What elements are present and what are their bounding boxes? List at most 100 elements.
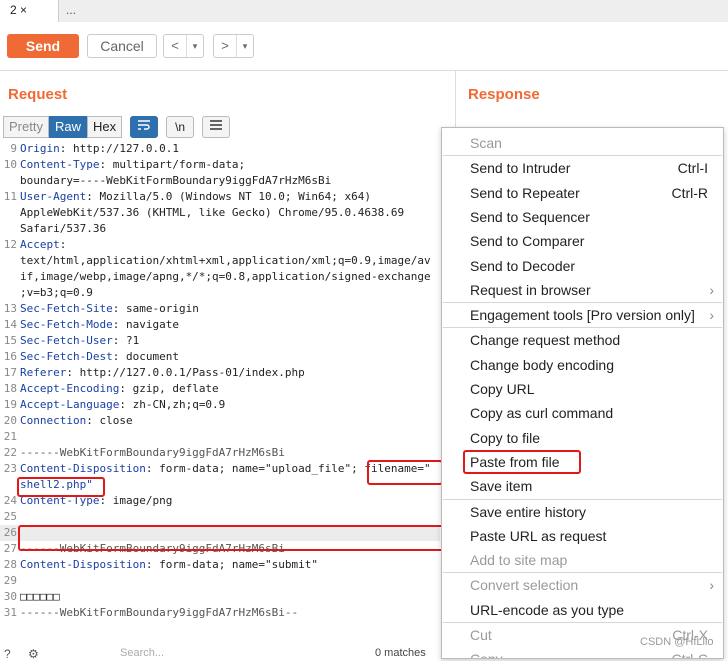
line-number: 15 [3, 334, 17, 347]
code-line: 30 □□□□□□ [0, 589, 440, 605]
line-number: 16 [3, 350, 17, 363]
back-dropdown-icon[interactable]: ▾ [187, 35, 203, 57]
header-value: : document [112, 350, 179, 363]
line-content: Connection: close [20, 413, 133, 429]
line-number: 28 [3, 558, 17, 571]
line-number: 20 [3, 414, 17, 427]
menu-item-change-request-method[interactable]: Change request method [470, 328, 720, 352]
line-content: □□□□□□ [20, 589, 60, 605]
menu-icon[interactable] [202, 116, 231, 138]
menu-item-label: Send to Intruder [470, 160, 571, 177]
cancel-button[interactable]: Cancel [87, 34, 157, 58]
menu-item-add-to-site-map: Add to site map [470, 548, 720, 572]
line-content: Content-Type: multipart/form-data; [20, 157, 245, 173]
help-icon[interactable]: ? [4, 647, 11, 661]
code-line: ;v=b3;q=0.9 [0, 285, 440, 301]
settings-icon[interactable]: ⚙ [28, 647, 39, 661]
header-value: : gzip, deflate [119, 382, 219, 395]
menu-item-label: Change request method [470, 332, 621, 349]
forward-dropdown-icon[interactable]: ▾ [237, 35, 253, 57]
back-group: < ▾ [163, 34, 204, 58]
forward-arrow-icon[interactable]: > [214, 35, 237, 57]
line-content: Safari/537.36 [20, 221, 106, 237]
menu-item-save-item[interactable]: Save item [470, 474, 720, 498]
newline-icon[interactable]: \n [166, 116, 195, 138]
header-name: Referer [20, 366, 67, 379]
line-content: AppleWebKit/537.36 (KHTML, like Gecko) C… [20, 205, 404, 221]
request-editor[interactable]: 9 Origin: http://127.0.0.1 10 Content-Type:… [0, 141, 440, 647]
line-content: Accept-Language: zh-CN,zh;q=0.9 [20, 397, 225, 413]
header-name: User-Agent [20, 190, 87, 203]
header-name: Sec-Fetch-User [20, 334, 113, 347]
paste-from-file-highlight [463, 449, 581, 474]
menu-item-label: Scan [470, 135, 502, 151]
header-name: Content-Type [20, 158, 100, 171]
line-number: 27 [3, 542, 17, 555]
header-value: : Mozilla/5.0 (Windows NT 10.0; Win64; x… [86, 190, 372, 203]
header-name: Accept-Encoding [20, 382, 120, 395]
menu-item-change-body-encoding[interactable]: Change body encoding [470, 353, 720, 377]
header-name: Content-Disposition [20, 462, 146, 475]
menu-item-send-to-sequencer[interactable]: Send to Sequencer [470, 205, 720, 229]
code-line: 14 Sec-Fetch-Mode: navigate [0, 317, 440, 333]
search-input[interactable]: Search... [120, 647, 164, 659]
code-line: 31 ------WebKitFormBoundary9iggFdA7rHzM6s… [0, 605, 440, 621]
header-value: : [59, 238, 67, 251]
menu-shortcut: Ctrl-I [677, 160, 708, 177]
menu-item-label: Save item [470, 478, 533, 495]
code-line: 21 [0, 429, 440, 445]
tab-raw[interactable]: Raw [48, 116, 87, 138]
body-text: □□□□□□ [20, 590, 60, 603]
menu-item-send-to-intruder[interactable]: Send to Intruder Ctrl-I [470, 156, 720, 180]
tab-pretty[interactable]: Pretty [3, 116, 49, 138]
menu-item-copy-to-file[interactable]: Copy to file [470, 426, 720, 450]
header-name: Sec-Fetch-Site [20, 302, 113, 315]
menu-item-paste-url-as-request[interactable]: Paste URL as request [470, 524, 720, 548]
line-content: Sec-Fetch-Site: same-origin [20, 301, 199, 317]
menu-item-engagement-tools-pro-version-only[interactable]: Engagement tools [Pro version only] › [470, 303, 720, 327]
body-text: AppleWebKit/537.36 (KHTML, like Gecko) C… [20, 206, 405, 219]
line-number: 14 [3, 318, 17, 331]
tab-hex[interactable]: Hex [86, 116, 123, 138]
menu-item-label: Copy to file [470, 429, 541, 446]
context-menu: Scan Send to Intruder Ctrl-I Send to Repeat… [441, 127, 724, 659]
menu-shortcut: Ctrl-C [671, 647, 708, 658]
code-line: 29 [0, 573, 440, 589]
line-number: 22 [3, 446, 17, 459]
menu-item-send-to-decoder[interactable]: Send to Decoder [470, 254, 720, 278]
line-content: ------WebKitFormBoundary9iggFdA7rHzM6sBi… [20, 605, 298, 621]
tab-more[interactable]: ... [56, 0, 86, 22]
filename-highlight [367, 460, 443, 485]
menu-item-label: Cut [470, 627, 492, 643]
back-arrow-icon[interactable]: < [164, 35, 187, 57]
menu-item-url-encode-as-you-type[interactable]: URL-encode as you type [470, 598, 720, 622]
header-value: : navigate [112, 318, 179, 331]
menu-item-label: Paste URL as request [470, 527, 607, 544]
menu-item-label: Convert selection [470, 577, 579, 594]
code-line: Safari/537.36 [0, 221, 440, 237]
line-number: 29 [3, 574, 17, 587]
menu-item-copy-url[interactable]: Copy URL [470, 377, 720, 401]
menu-item-send-to-comparer[interactable]: Send to Comparer [470, 229, 720, 253]
editor-bottom-bar: ? ⚙ Search... 0 matches [0, 647, 440, 661]
line-content: Accept-Encoding: gzip, deflate [20, 381, 219, 397]
wrap-icon[interactable] [130, 116, 159, 138]
header-value: : ?1 [112, 334, 140, 347]
code-line: 20 Connection: close [0, 413, 440, 429]
line-content: ;v=b3;q=0.9 [20, 285, 93, 301]
code-line: if,image/webp,image/apng,*/*;q=0.8,appli… [0, 269, 440, 285]
body-text: if,image/webp,image/apng,*/*;q=0.8,appli… [20, 270, 431, 283]
menu-item-label: Send to Repeater [470, 184, 580, 201]
send-button[interactable]: Send [7, 34, 79, 58]
menu-item-request-in-browser[interactable]: Request in browser › [470, 278, 720, 302]
menu-item-send-to-repeater[interactable]: Send to Repeater Ctrl-R [470, 181, 720, 205]
tab-2[interactable]: 2 × [0, 0, 59, 22]
menu-item-save-entire-history[interactable]: Save entire history [470, 500, 720, 524]
line-content: Accept: [20, 237, 66, 253]
menu-item-label: Send to Comparer [470, 233, 585, 250]
request-view-toolbar: Pretty Raw Hex \n [3, 116, 231, 138]
header-name: Sec-Fetch-Dest [20, 350, 113, 363]
code-line: 28 Content-Disposition: form-data; name="… [0, 557, 440, 573]
line-content: Referer: http://127.0.0.1/Pass-01/index.… [20, 365, 305, 381]
menu-item-copy-as-curl-command[interactable]: Copy as curl command [470, 401, 720, 425]
